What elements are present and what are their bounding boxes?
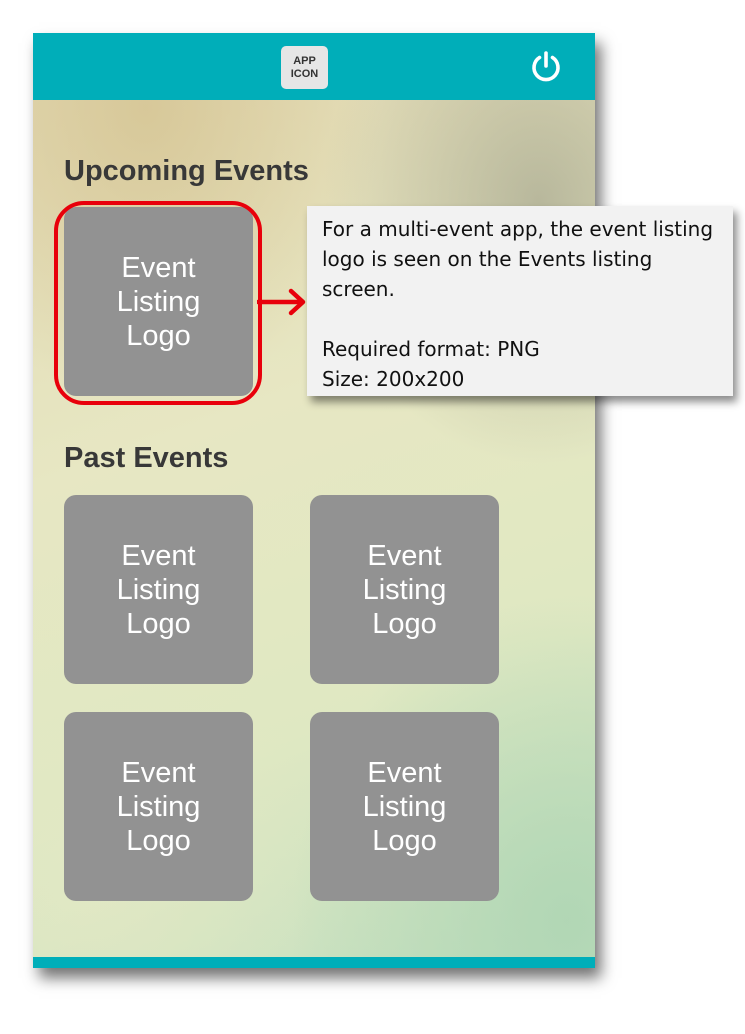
callout-spacer <box>322 304 719 334</box>
past-event-tile[interactable]: Event Listing Logo <box>310 495 499 684</box>
bottom-bar <box>33 957 595 968</box>
past-event-tile[interactable]: Event Listing Logo <box>64 712 253 901</box>
callout-description: For a multi-event app, the event listing… <box>322 217 714 301</box>
past-event-tile[interactable]: Event Listing Logo <box>64 495 253 684</box>
power-icon[interactable] <box>529 50 563 84</box>
past-event-tile[interactable]: Event Listing Logo <box>310 712 499 901</box>
app-icon[interactable]: APP ICON <box>281 46 328 89</box>
callout-size: Size: 200x200 <box>322 367 465 391</box>
event-listing-logo-label: Event Listing Logo <box>116 756 201 857</box>
event-listing-logo-label: Event Listing Logo <box>116 251 201 352</box>
event-listing-logo-label: Event Listing Logo <box>362 539 447 640</box>
phone-screen: APP ICON Upcoming Events Event Listing L… <box>33 33 595 968</box>
app-icon-label-line2: ICON <box>290 67 319 80</box>
past-events-title: Past Events <box>64 442 229 474</box>
upcoming-event-tile[interactable]: Event Listing Logo <box>64 207 253 396</box>
callout-format: Required format: PNG <box>322 337 540 361</box>
event-listing-logo-label: Event Listing Logo <box>362 756 447 857</box>
event-listing-logo-label: Event Listing Logo <box>116 539 201 640</box>
upcoming-events-title: Upcoming Events <box>64 155 309 187</box>
screenshot-stage: APP ICON Upcoming Events Event Listing L… <box>0 0 745 1034</box>
app-icon-label-line1: APP <box>293 54 316 67</box>
top-bar: APP ICON <box>33 33 595 100</box>
info-callout: For a multi-event app, the event listing… <box>307 206 733 396</box>
